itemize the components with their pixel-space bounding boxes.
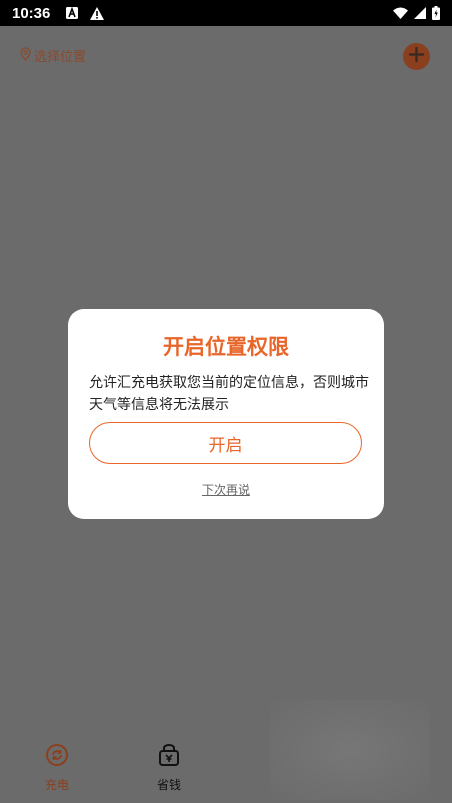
nav-label-save: 省钱 — [156, 778, 181, 792]
location-permission-dialog: 开启位置权限 允许汇充电获取您当前的定位信息，否则城市天气等信息将无法展示 开启… — [68, 309, 384, 519]
enable-button[interactable]: 开启 — [89, 422, 362, 464]
dialog-title: 开启位置权限 — [163, 335, 289, 359]
location-selector[interactable]: 选择位置 — [20, 46, 86, 65]
location-pin-icon — [20, 46, 31, 65]
add-button[interactable] — [403, 43, 430, 70]
battery-icon — [432, 6, 440, 20]
dialog-message: 允许汇充电获取您当前的定位信息，否则城市天气等信息将无法展示 — [89, 375, 369, 413]
status-time: 10:36 — [12, 4, 51, 22]
savings-bag-icon — [157, 743, 181, 770]
charge-icon — [45, 743, 69, 770]
app-notification-icon — [66, 7, 79, 19]
status-left-icons — [66, 6, 105, 20]
status-bar: 10:36 — [0, 0, 452, 26]
signal-icon — [414, 7, 426, 19]
nav-item-save[interactable]: 省钱 — [139, 743, 199, 793]
location-label: 选择位置 — [34, 50, 87, 65]
top-bar: 选择位置 — [0, 36, 452, 76]
wifi-icon — [393, 7, 408, 19]
nav-label-charge: 充电 — [44, 778, 69, 792]
later-link[interactable]: 下次再说 — [68, 481, 384, 498]
warning-icon — [90, 6, 105, 20]
status-right-icons — [393, 6, 440, 20]
nav-item-charge[interactable]: 充电 — [27, 743, 87, 793]
plus-icon — [408, 46, 425, 66]
bottom-nav: 充电 省钱 — [0, 735, 452, 803]
